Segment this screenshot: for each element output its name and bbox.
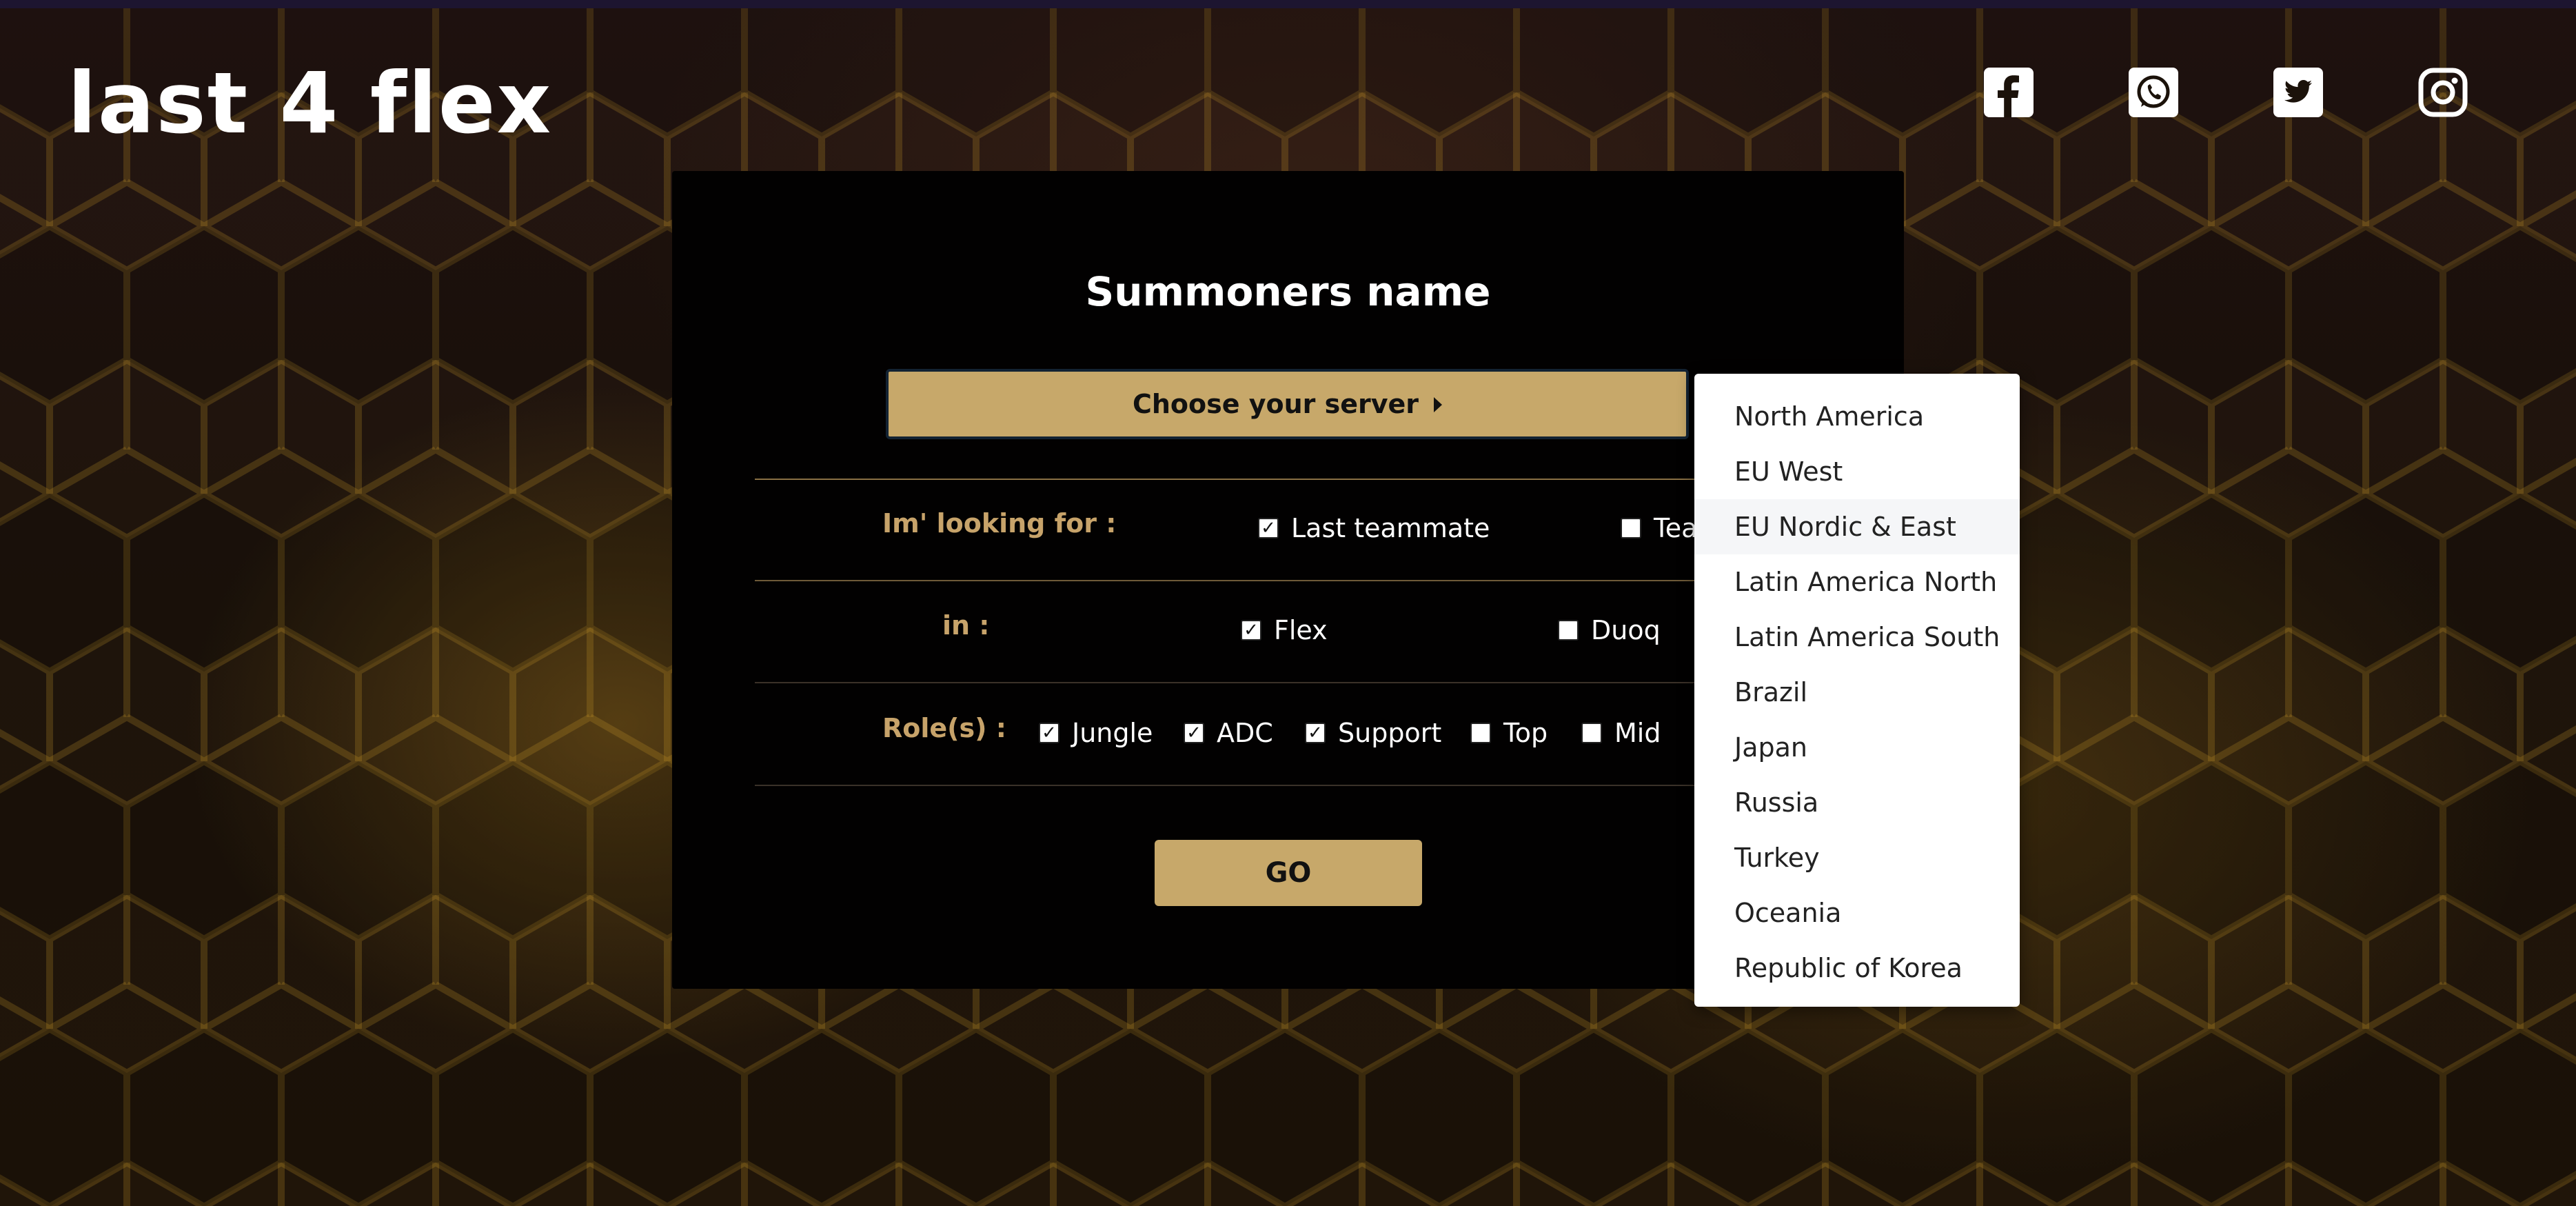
- social-links: [1984, 68, 2468, 117]
- flex-label: Flex: [1274, 615, 1328, 645]
- divider: [755, 785, 1830, 786]
- whatsapp-icon[interactable]: [2129, 68, 2178, 117]
- server-option-russia[interactable]: Russia: [1694, 775, 2020, 830]
- twitter-icon[interactable]: [2273, 68, 2323, 117]
- server-dropdown: North America EU West EU Nordic & East L…: [1694, 374, 2020, 1007]
- choose-server-button[interactable]: Choose your server: [886, 369, 1689, 439]
- adc-checkbox[interactable]: ✓: [1184, 723, 1204, 743]
- last-teammate-label: Last teammate: [1291, 513, 1490, 543]
- top-strip: [0, 0, 2576, 8]
- queue-label: in :: [942, 610, 990, 641]
- caret-right-icon: [1434, 397, 1443, 412]
- role-adc[interactable]: ✓ ADC: [1184, 716, 1273, 750]
- jungle-checkbox[interactable]: ✓: [1039, 723, 1059, 743]
- summoner-name-title: Summoners name: [1085, 268, 1491, 315]
- duoq-label: Duoq: [1591, 615, 1661, 645]
- support-label: Support: [1338, 718, 1442, 748]
- server-option-latin-america-north[interactable]: Latin America North: [1694, 554, 2020, 610]
- server-option-korea[interactable]: Republic of Korea: [1694, 941, 2020, 996]
- role-top[interactable]: Top: [1470, 716, 1548, 750]
- team-checkbox[interactable]: [1621, 518, 1641, 539]
- jungle-label: Jungle: [1072, 718, 1153, 748]
- duoq-checkbox[interactable]: [1558, 620, 1579, 641]
- mid-checkbox[interactable]: [1581, 723, 1602, 743]
- mid-label: Mid: [1614, 718, 1661, 748]
- site-logo[interactable]: last 4 flex: [68, 59, 552, 148]
- adc-label: ADC: [1217, 718, 1273, 748]
- role-mid[interactable]: Mid: [1581, 716, 1661, 750]
- role-jungle[interactable]: ✓ Jungle: [1039, 716, 1153, 750]
- server-option-eu-nordic-east[interactable]: EU Nordic & East: [1694, 499, 2020, 554]
- top-label: Top: [1503, 718, 1548, 748]
- server-option-brazil[interactable]: Brazil: [1694, 665, 2020, 720]
- divider: [755, 580, 1830, 581]
- instagram-icon[interactable]: [2418, 68, 2468, 117]
- last-teammate-checkbox[interactable]: ✓: [1258, 518, 1279, 539]
- server-option-oceania[interactable]: Oceania: [1694, 885, 2020, 941]
- flex-checkbox[interactable]: ✓: [1241, 620, 1261, 641]
- facebook-icon[interactable]: [1984, 68, 2034, 117]
- divider: [755, 479, 1830, 480]
- support-checkbox[interactable]: ✓: [1305, 723, 1326, 743]
- server-option-latin-america-south[interactable]: Latin America South: [1694, 610, 2020, 665]
- divider: [755, 682, 1830, 683]
- role-support[interactable]: ✓ Support: [1305, 716, 1441, 750]
- team-label: Tea: [1654, 513, 1698, 543]
- go-button[interactable]: GO: [1155, 840, 1422, 906]
- top-checkbox[interactable]: [1470, 723, 1491, 743]
- option-flex[interactable]: ✓ Flex: [1241, 613, 1328, 647]
- server-option-turkey[interactable]: Turkey: [1694, 830, 2020, 885]
- server-option-eu-west[interactable]: EU West: [1694, 444, 2020, 499]
- option-last-teammate[interactable]: ✓ Last teammate: [1258, 511, 1490, 545]
- option-duoq[interactable]: Duoq: [1558, 613, 1661, 647]
- choose-server-label: Choose your server: [1132, 389, 1419, 419]
- roles-label: Role(s) :: [882, 713, 1006, 743]
- looking-for-label: Im' looking for :: [882, 508, 1117, 539]
- server-option-japan[interactable]: Japan: [1694, 720, 2020, 775]
- option-team[interactable]: Tea: [1621, 511, 1697, 545]
- server-option-north-america[interactable]: North America: [1694, 389, 2020, 444]
